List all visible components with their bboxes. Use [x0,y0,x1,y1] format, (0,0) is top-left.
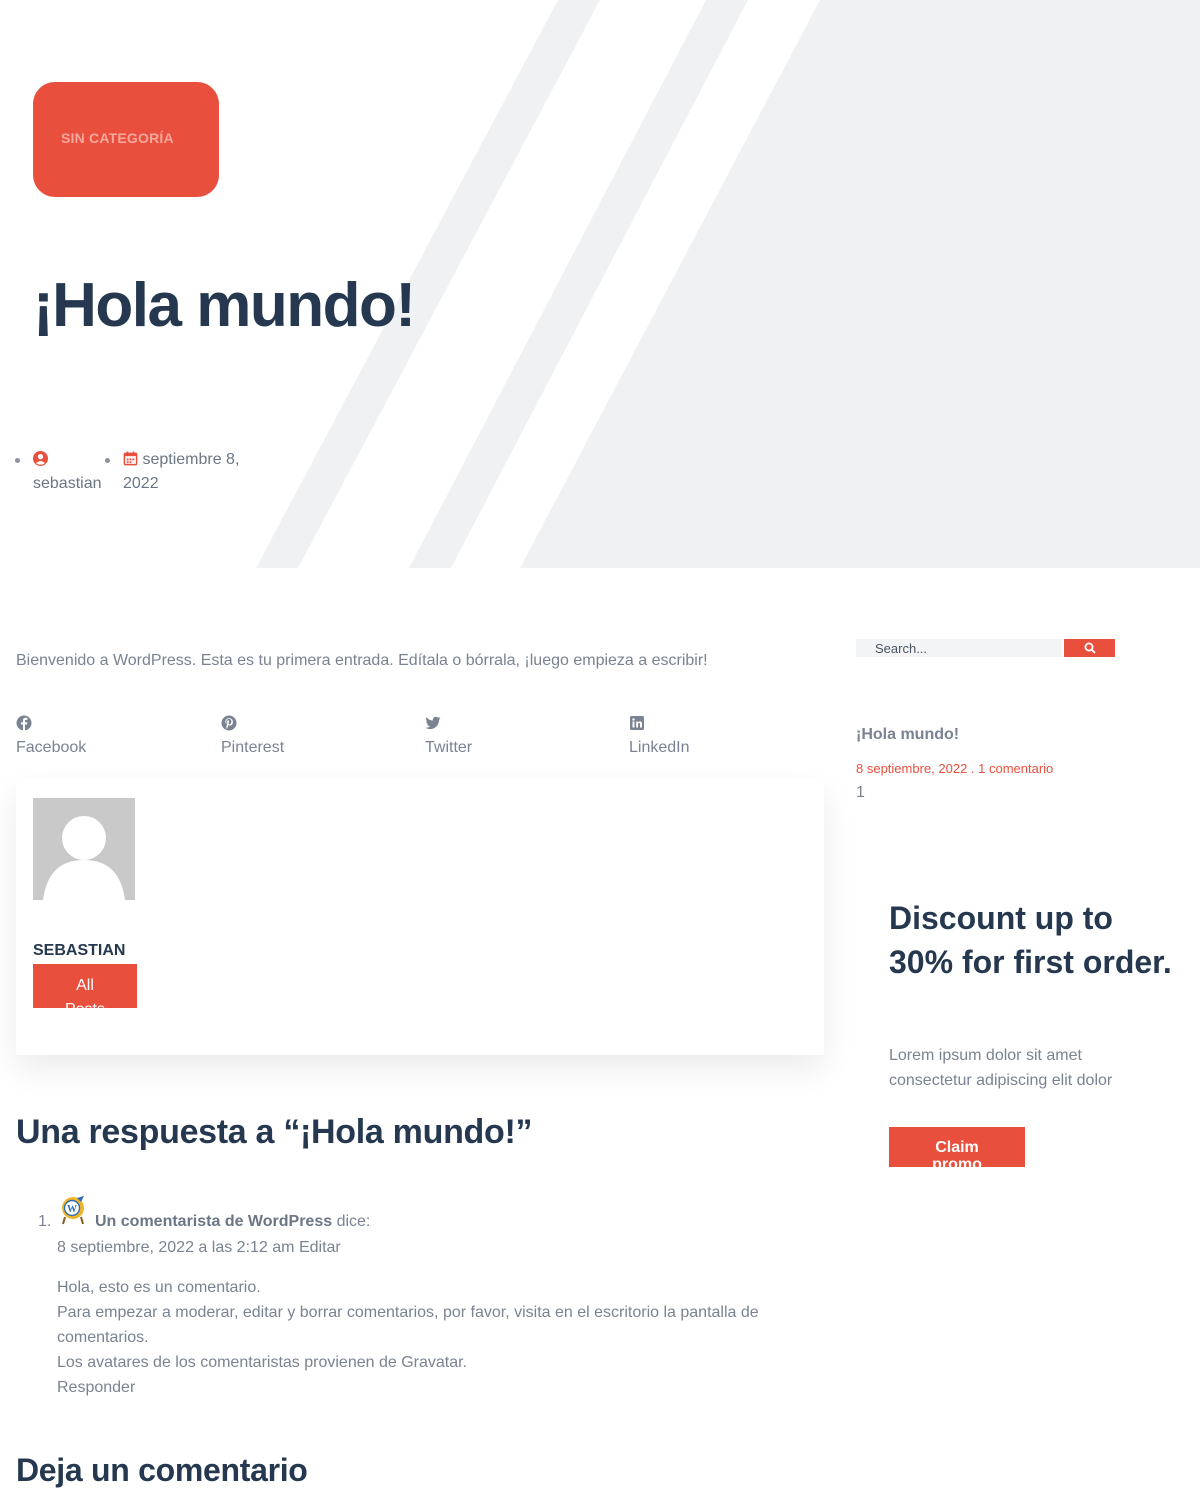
recent-post-title[interactable]: ¡Hola mundo! [856,726,959,744]
share-pinterest[interactable]: Pinterest [221,715,284,757]
share-facebook[interactable]: Facebook [16,715,86,757]
facebook-icon [16,715,32,731]
recent-post-meta: 8 septiembre, 2022 . 1 comentario [856,761,1054,776]
default-avatar-icon [43,816,125,900]
svg-text:W: W [67,1204,77,1215]
search-button[interactable] [1064,639,1115,657]
commenter-avatar-icon: W [62,1196,84,1225]
pinterest-icon [221,715,237,731]
promo-text: Lorem ipsum dolor sit amet consectetur a… [889,1047,1113,1089]
comment-line: Los avatares de los comentaristas provie… [57,1354,467,1371]
meta-bullet [105,458,110,463]
post-date-meta[interactable]: septiembre 8, 2022 [123,448,258,496]
category-badge[interactable]: SIN CATEGORÍA [33,82,219,197]
comment-reply-link[interactable]: Responder [57,1379,135,1396]
comment-body: Hola, esto es un comentario. Para empeza… [57,1275,837,1400]
post-author-meta[interactable]: sebastian [33,448,113,496]
search-icon [1084,642,1096,654]
user-circle-icon [33,451,48,466]
recent-post-count: 1 [856,784,865,801]
search-input[interactable] [856,639,1062,657]
comment-number: 1. [38,1213,52,1230]
comment-edit-link[interactable]: Editar [299,1239,341,1256]
post-title: ¡Hola mundo! [33,271,416,340]
post-date[interactable]: septiembre 8, 2022 [123,451,239,492]
author-box: SEBASTIAN All Posts [16,778,824,1055]
share-twitter[interactable]: Twitter [425,715,472,757]
post-author[interactable]: sebastian [33,475,102,492]
twitter-icon [425,716,441,730]
claim-promo-label: Claim promo [932,1139,982,1167]
all-posts-label: All Posts [65,977,105,1008]
comment-date-link[interactable]: 8 septiembre, 2022 a las 2:12 am [57,1239,294,1256]
share-label: Twitter [425,739,473,756]
comments-title: Una respuesta a “¡Hola mundo!” [16,1113,533,1151]
author-avatar[interactable] [33,798,135,900]
comment-says: dice: [336,1213,371,1230]
hero-stripe-3 [520,0,1200,568]
post-hero: SIN CATEGORÍA ¡Hola mundo! sebastian sep… [0,0,1200,568]
all-posts-button[interactable]: All Posts [33,964,137,1008]
category-label: SIN CATEGORÍA [61,130,174,146]
comment-meta: 8 septiembre, 2022 a las 2:12 am Editar [57,1235,341,1260]
meta-bullet [15,458,20,463]
calendar-icon [123,451,138,466]
leave-comment-title: Deja un comentario [16,1452,308,1488]
comment-author[interactable]: Un comentarista de WordPress [95,1213,332,1230]
author-name: SEBASTIAN [33,942,126,959]
share-linkedin[interactable]: LinkedIn [629,715,690,757]
linkedin-icon [630,716,644,730]
promo-title: Discount up to 30% for first order. [889,900,1172,980]
post-intro-text: Bienvenido a WordPress. Esta es tu prime… [16,652,708,669]
share-label: LinkedIn [629,739,690,756]
comment-author-line: Un comentarista de WordPress dice: [95,1209,370,1234]
claim-promo-button[interactable]: Claim promo [889,1127,1025,1167]
comment-line: Para empezar a moderar, editar y borrar … [57,1304,759,1346]
comment-line: Hola, esto es un comentario. [57,1279,261,1296]
share-label: Pinterest [221,739,285,756]
share-label: Facebook [16,739,87,756]
